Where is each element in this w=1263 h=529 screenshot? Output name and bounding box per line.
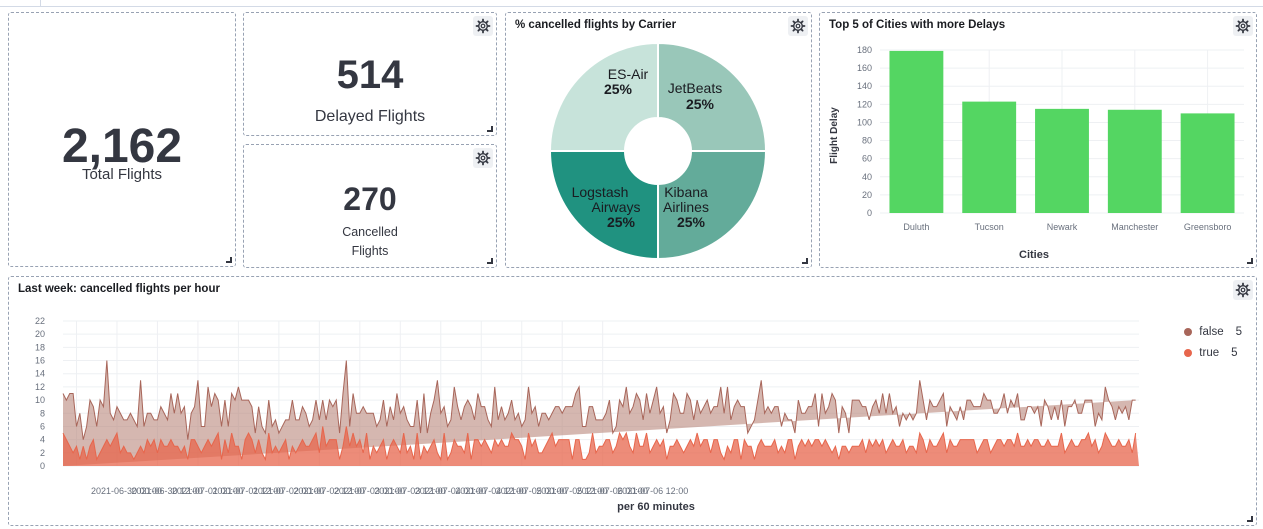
- legend-item-false[interactable]: false 5: [1184, 321, 1242, 342]
- gear-icon[interactable]: [473, 148, 493, 168]
- y-tick-label: 10: [35, 395, 45, 405]
- bar-tucson[interactable]: [962, 101, 1017, 213]
- bar-manchester[interactable]: [1107, 109, 1162, 213]
- pie-slice-percent: 25%: [604, 81, 633, 97]
- y-tick-label: 160: [857, 63, 872, 73]
- y-tick-label: 20: [862, 190, 872, 200]
- cancelled-flights-label-line2: Flights: [351, 244, 389, 258]
- resize-handle-icon[interactable]: [226, 257, 232, 263]
- cancelled-per-hour-panel: Last week: cancelled flights per hour 02…: [8, 276, 1257, 526]
- pie-slice-label: Logstash: [572, 184, 629, 200]
- pie-slice-label: ES-Air: [608, 66, 649, 82]
- resize-handle-icon[interactable]: [1247, 258, 1253, 264]
- legend-dot-true: [1184, 348, 1193, 357]
- legend-label-true: true: [1199, 346, 1220, 359]
- y-tick-label: 14: [35, 369, 45, 379]
- x-tick-label: 2021-07-06 12:00: [617, 486, 688, 496]
- pie-slice-label: Airlines: [663, 199, 709, 215]
- y-tick-label: 80: [862, 136, 872, 146]
- y-tick-label: 16: [35, 356, 45, 366]
- total-flights-label: Total Flights: [81, 166, 163, 183]
- y-tick-label: 140: [857, 81, 872, 91]
- x-tick-label: Greensboro: [1184, 222, 1232, 232]
- delayed-flights-label: Delayed Flights: [314, 108, 426, 125]
- y-tick-label: 20: [35, 329, 45, 339]
- pie-slice-label: Airways: [591, 199, 640, 215]
- y-tick-label: 18: [35, 342, 45, 352]
- y-tick-label: 100: [857, 117, 872, 127]
- legend-label-false: false: [1199, 325, 1224, 338]
- y-tick-label: 4: [40, 435, 45, 445]
- pie-slice-label: Kibana: [664, 184, 708, 200]
- y-tick-label: 0: [867, 208, 872, 218]
- y-tick-label: 6: [40, 421, 45, 431]
- y-tick-label: 60: [862, 154, 872, 164]
- x-tick-label: Tucson: [975, 222, 1004, 232]
- bar-chart: 0 20 40 60 80 100 120 140 160 180 Duluth Tucson Newa…: [829, 45, 1244, 261]
- cancelled-by-carrier-panel: % cancelled flights by Carrier ES-Air 25%…: [505, 12, 812, 268]
- donut-chart: ES-Air25% JetBeats25%KibanaAirlines25%Log…: [548, 41, 768, 261]
- delayed-flights-value: 514: [336, 53, 404, 97]
- resize-handle-icon[interactable]: [487, 258, 493, 264]
- legend-dot-false: [1184, 327, 1193, 336]
- resize-handle-icon[interactable]: [487, 126, 493, 132]
- area-legend: false 5 true 5: [1184, 321, 1242, 363]
- y-tick-label: 0: [40, 461, 45, 471]
- bar-greensboro[interactable]: [1180, 113, 1235, 213]
- bar-newark[interactable]: [1035, 108, 1089, 213]
- y-tick-label: 22: [35, 316, 45, 326]
- legend-count-false: 5: [1235, 325, 1242, 338]
- resize-handle-icon[interactable]: [802, 258, 808, 264]
- x-tick-label: Newark: [1047, 222, 1078, 232]
- gear-icon[interactable]: [473, 16, 493, 36]
- y-tick-label: 180: [857, 45, 872, 55]
- y-tick-label: 40: [862, 172, 872, 182]
- delayed-flights-panel: 514 Delayed Flights: [243, 12, 497, 136]
- legend-count-true: 5: [1231, 346, 1238, 359]
- area-chart: 02468101214161820222021-06-30 00:002021-…: [35, 316, 1139, 513]
- y-axis-title: Flight Delay: [829, 107, 840, 164]
- x-tick-label: Duluth: [903, 222, 929, 232]
- resize-handle-icon[interactable]: [1247, 516, 1253, 522]
- bar-duluth[interactable]: [889, 50, 944, 214]
- y-tick-label: 120: [857, 99, 872, 109]
- cancelled-flights-value: 270: [343, 181, 397, 217]
- y-tick-label: 2: [40, 448, 45, 458]
- pie-slice-es-air[interactable]: [548, 41, 659, 152]
- x-tick-label: Manchester: [1111, 222, 1158, 232]
- pie-slice-percent: 25%: [686, 96, 715, 112]
- top-toolbar-strip: [0, 0, 1263, 7]
- total-flights-panel: 2,162 Total Flights: [8, 12, 236, 267]
- y-tick-label: 12: [35, 382, 45, 392]
- legend-item-true[interactable]: true 5: [1184, 342, 1242, 363]
- cancelled-flights-label-line1: Cancelled: [342, 225, 398, 239]
- pie-slice-label: JetBeats: [668, 80, 722, 96]
- cancelled-flights-panel: 270 Cancelled Flights: [243, 144, 497, 268]
- x-axis-title: per 60 minutes: [617, 501, 695, 513]
- y-tick-label: 8: [40, 408, 45, 418]
- tab-divider: [40, 0, 41, 7]
- pie-slice-percent: 25%: [607, 214, 636, 230]
- pie-slice-percent: 25%: [677, 214, 706, 230]
- top-cities-delays-panel: Top 5 of Cities with more Delays 0 20 40 60…: [819, 12, 1257, 268]
- x-axis-title: Cities: [1019, 249, 1049, 261]
